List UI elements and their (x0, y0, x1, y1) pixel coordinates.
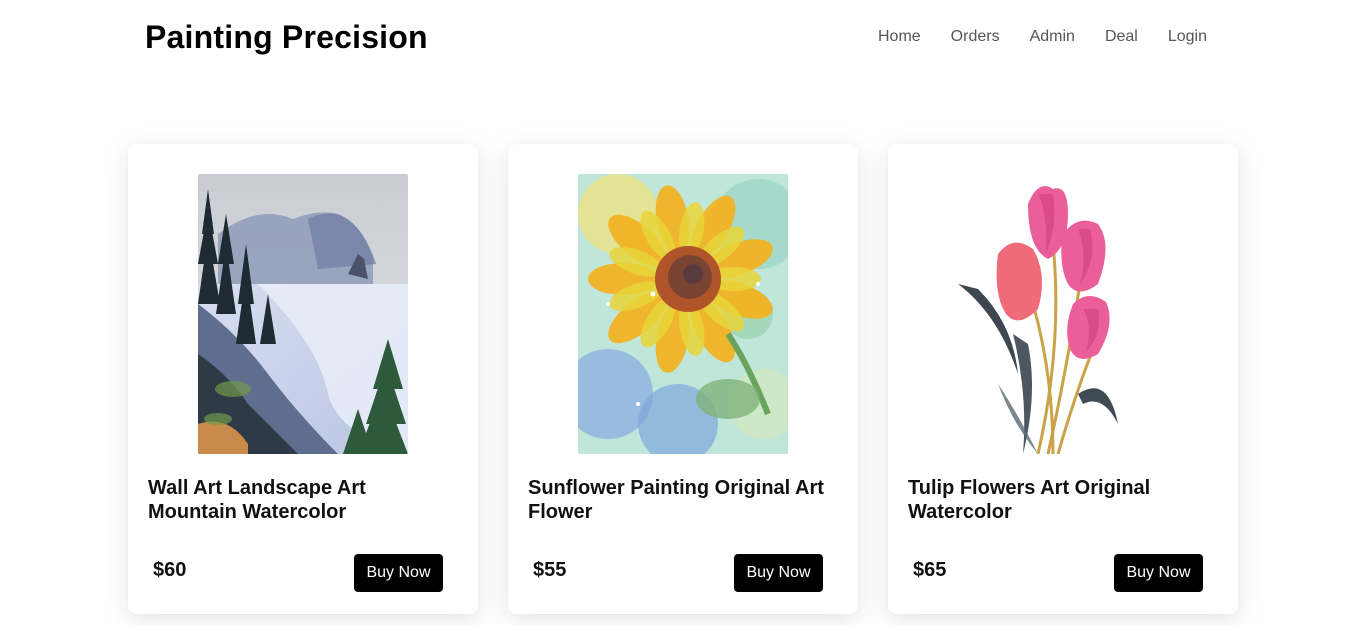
product-title: Tulip Flowers Art Original Watercolor (908, 477, 1151, 523)
nav-orders[interactable]: Orders (951, 28, 1000, 46)
product-image-tulips[interactable] (958, 174, 1168, 454)
nav-links: Home Orders Admin Deal Login (878, 28, 1207, 46)
nav-admin[interactable]: Admin (1030, 28, 1075, 46)
product-price: $60 (153, 559, 187, 581)
product-card: Tulip Flowers Art Original Watercolor $6… (888, 144, 1238, 614)
nav-home[interactable]: Home (878, 28, 921, 46)
product-title: Wall Art Landscape Art Mountain Watercol… (148, 477, 366, 523)
buy-now-button[interactable]: Buy Now (354, 554, 443, 592)
product-card: Sunflower Painting Original Art Flower $… (508, 144, 858, 614)
buy-now-button[interactable]: Buy Now (734, 554, 823, 592)
product-grid: Wall Art Landscape Art Mountain Watercol… (128, 144, 1238, 614)
product-image-sunflower[interactable] (578, 174, 788, 454)
product-card: Wall Art Landscape Art Mountain Watercol… (128, 144, 478, 614)
nav-deal[interactable]: Deal (1105, 28, 1138, 46)
navbar: Painting Precision Home Orders Admin Dea… (0, 0, 1366, 80)
product-price: $55 (533, 559, 567, 581)
product-image-mountain[interactable] (198, 174, 408, 454)
brand-logo[interactable]: Painting Precision (145, 19, 428, 56)
product-title: Sunflower Painting Original Art Flower (528, 477, 824, 523)
buy-now-button[interactable]: Buy Now (1114, 554, 1203, 592)
product-price: $65 (913, 559, 947, 581)
nav-login[interactable]: Login (1168, 28, 1207, 46)
